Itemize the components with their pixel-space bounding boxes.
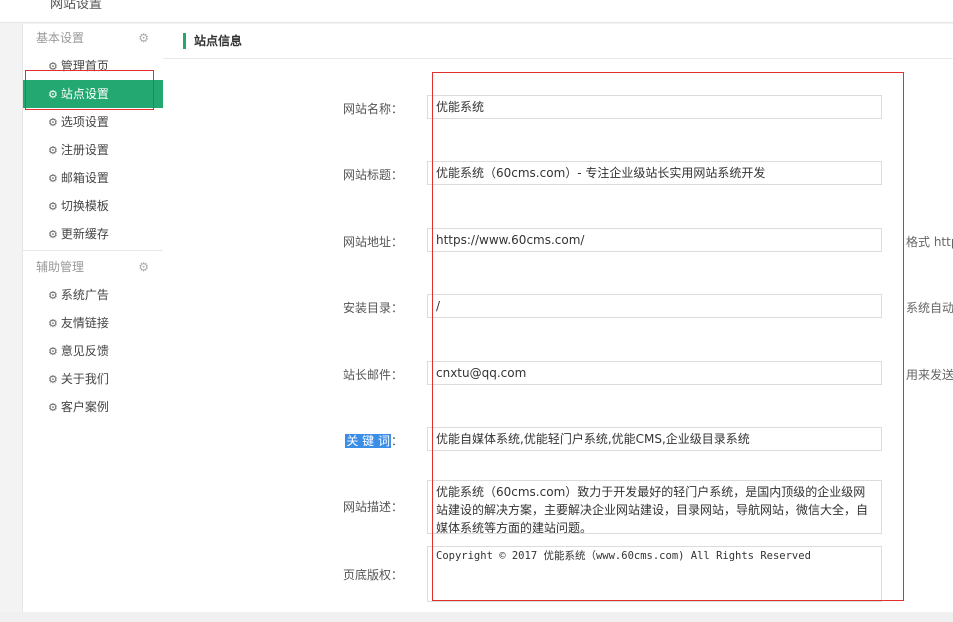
sidebar-item-label: 切换模板 [60,199,109,213]
sidebar-item-label: 更新缓存 [60,227,109,241]
page-title: 站点信息 [194,34,243,48]
divider [23,250,163,251]
sidebar-item-label: 意见反馈 [60,344,109,358]
bottom-strip [0,612,953,622]
gear-icon: ⚙ [48,200,58,213]
sidebar-item-label: 友情链接 [60,316,109,330]
sidebar-item-links[interactable]: ⚙ 友情链接 [23,309,163,337]
copyright-textarea[interactable]: Copyright © 2017 优能系统（www.60cms.com) All… [427,546,882,602]
gear-icon: ⚙ [138,260,149,274]
field-label: 网站标题： [342,168,403,182]
description-textarea[interactable]: 优能系统（60cms.com）致力于开发最好的轻门户系统，是国内顶级的企业级网站… [427,480,882,534]
gear-icon: ⚙ [48,116,58,129]
sidebar-item-options[interactable]: ⚙ 选项设置 [23,108,163,136]
sidebar-group-title: 基本设置 [36,31,85,45]
sidebar-item-about[interactable]: ⚙ 关于我们 [23,365,163,393]
field-label: 关 键 词： [303,432,403,449]
sidebar-item-label: 选项设置 [60,115,109,129]
sidebar-item-mail[interactable]: ⚙ 邮箱设置 [23,164,163,192]
selected-label-text: 关 键 词 [345,434,391,448]
field-hint: 格式 http [906,235,953,249]
sidebar-item-label: 关于我们 [60,372,109,386]
gear-icon: ⚙ [48,401,58,414]
sidebar-group-basic[interactable]: 基本设置 ⚙ [23,24,163,52]
sidebar: 基本设置 ⚙ ⚙ 管理首页 ⚙ 站点设置 ⚙ 选项设置 ⚙ 注册设置 ⚙ 邮箱设置 ⚙ 切换… [22,24,164,612]
gear-icon: ⚙ [138,31,149,45]
keywords-input[interactable]: 优能自媒体系统,优能轻门户系统,优能CMS,企业级目录系统 [427,427,882,451]
sidebar-item-cases[interactable]: ⚙ 客户案例 [23,393,163,421]
site-name-input[interactable]: 优能系统 [427,95,882,119]
gear-icon: ⚙ [48,317,58,330]
sidebar-item-label: 系统广告 [60,288,109,302]
field-hint: 系统自动 [906,301,953,315]
sidebar-group-title: 辅助管理 [36,260,85,274]
label-suffix: ： [390,434,403,448]
field-label: 站长邮件： [342,368,403,382]
top-bar: 网站设置 [0,0,953,23]
sidebar-item-template[interactable]: ⚙ 切换模板 [23,192,163,220]
top-bar-title: 网站设置 [50,0,103,12]
gear-icon: ⚙ [48,60,58,73]
gear-icon: ⚙ [48,88,58,101]
sidebar-item-dashboard[interactable]: ⚙ 管理首页 [23,52,163,80]
sidebar-item-ads[interactable]: ⚙ 系统广告 [23,281,163,309]
field-label: 网站描述： [342,500,403,514]
site-title-input[interactable]: 优能系统（60cms.com）- 专注企业级站长实用网站系统开发 [427,161,882,185]
install-dir-input[interactable]: / [427,294,882,318]
gear-icon: ⚙ [48,345,58,358]
gear-icon: ⚙ [48,373,58,386]
sidebar-item-label: 注册设置 [60,143,109,157]
field-label: 页底版权： [342,568,403,582]
main-panel: 站点信息 网站名称： 优能系统 网站标题： 优能系统（60cms.com）- 专… [163,24,953,612]
sidebar-item-label: 管理首页 [60,59,109,73]
sidebar-group-aux[interactable]: 辅助管理 ⚙ [23,253,163,281]
gear-icon: ⚙ [48,172,58,185]
field-label: 网站地址： [342,235,403,249]
header-accent-bar [183,33,186,49]
gear-icon: ⚙ [48,144,58,157]
field-label: 网站名称： [342,102,403,116]
sidebar-item-register[interactable]: ⚙ 注册设置 [23,136,163,164]
admin-email-input[interactable]: cnxtu@qq.com [427,361,882,385]
sidebar-item-feedback[interactable]: ⚙ 意见反馈 [23,337,163,365]
site-url-input[interactable]: https://www.60cms.com/ [427,228,882,252]
gear-icon: ⚙ [48,228,58,241]
sidebar-item-label: 站点设置 [60,87,109,101]
gear-icon: ⚙ [48,289,58,302]
sidebar-item-cache[interactable]: ⚙ 更新缓存 [23,220,163,248]
panel-header: 站点信息 [163,24,953,59]
field-hint: 用来发送 [906,368,953,382]
sidebar-item-site-settings[interactable]: ⚙ 站点设置 [23,80,163,108]
sidebar-item-label: 客户案例 [60,400,109,414]
sidebar-item-label: 邮箱设置 [60,171,109,185]
field-label: 安装目录： [342,301,403,315]
